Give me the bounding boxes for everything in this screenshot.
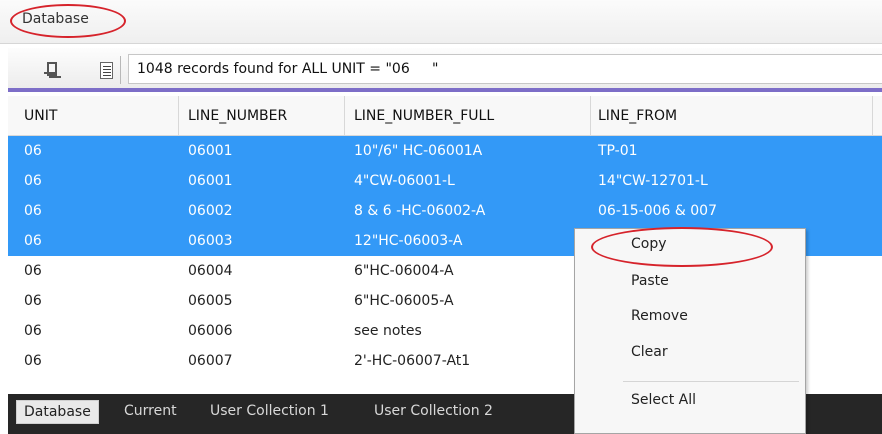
column-header-line-number-full[interactable]: LINE_NUMBER_FULL xyxy=(354,108,494,124)
toolbar: 1048 records found for ALL UNIT = "06 " xyxy=(8,48,882,92)
cell-unit: 06 xyxy=(24,203,42,219)
menu-item-remove[interactable]: Remove xyxy=(631,308,688,324)
cell-unit: 06 xyxy=(24,143,42,159)
cell-unit: 06 xyxy=(24,173,42,189)
list-icon[interactable] xyxy=(100,62,113,79)
window-titlebar: Database xyxy=(0,0,882,44)
cell-unit: 06 xyxy=(24,293,42,309)
cell-line-number: 06004 xyxy=(188,263,233,279)
cell-line-number-full: 4"CW-06001-L xyxy=(354,173,455,189)
cell-line-number-full: 2'-HC-06007-At1 xyxy=(354,353,471,369)
menu-separator xyxy=(623,381,799,382)
cell-line-number: 06005 xyxy=(188,293,233,309)
cell-line-number: 06001 xyxy=(188,173,233,189)
pin-button[interactable] xyxy=(26,56,74,86)
tab-user-collection-2[interactable]: User Collection 2 xyxy=(368,400,499,424)
cell-line-number-full: 6"HC-06005-A xyxy=(354,293,454,309)
cell-line-number-full: see notes xyxy=(354,323,422,339)
menu-item-copy[interactable]: Copy xyxy=(631,236,667,252)
cell-line-number: 06007 xyxy=(188,353,233,369)
cell-line-number-full: 10"/6" HC-06001A xyxy=(354,143,483,159)
cell-line-from: 06-15-006 & 007 xyxy=(598,203,717,219)
column-header-line-from[interactable]: LINE_FROM xyxy=(598,108,677,124)
tab-user-collection-1[interactable]: User Collection 1 xyxy=(204,400,335,424)
column-header-line-number[interactable]: LINE_NUMBER xyxy=(188,108,287,124)
title-annotation-oval xyxy=(10,4,126,38)
cell-line-number: 06003 xyxy=(188,233,233,249)
records-status-text: 1048 records found for ALL UNIT = "06 " xyxy=(137,61,439,77)
menu-item-paste[interactable]: Paste xyxy=(631,273,669,289)
cell-unit: 06 xyxy=(24,323,42,339)
cell-line-number: 06001 xyxy=(188,143,233,159)
tab-current[interactable]: Current xyxy=(118,400,183,424)
table-row[interactable]: 06 06001 4"CW-06001-L 14"CW-12701-L xyxy=(8,166,882,196)
table-row[interactable]: 06 06002 8 & 6 -HC-06002-A 06-15-006 & 0… xyxy=(8,196,882,226)
tab-database[interactable]: Database xyxy=(16,400,99,424)
cell-unit: 06 xyxy=(24,263,42,279)
column-header-unit[interactable]: UNIT xyxy=(24,108,57,124)
cell-unit: 06 xyxy=(24,233,42,249)
cell-line-number-full: 12"HC-06003-A xyxy=(354,233,463,249)
cell-line-from: 14"CW-12701-L xyxy=(598,173,708,189)
cell-line-number-full: 8 & 6 -HC-06002-A xyxy=(354,203,486,219)
cell-unit: 06 xyxy=(24,353,42,369)
grid-header: UNIT LINE_NUMBER LINE_NUMBER_FULL LINE_F… xyxy=(8,96,882,136)
toolbar-separator xyxy=(120,56,121,84)
records-filter-box: 1048 records found for ALL UNIT = "06 " xyxy=(128,54,882,84)
table-row[interactable]: 06 06001 10"/6" HC-06001A TP-01 xyxy=(8,136,882,166)
pin-icon xyxy=(44,62,57,78)
cell-line-number-full: 6"HC-06004-A xyxy=(354,263,454,279)
menu-item-select-all[interactable]: Select All xyxy=(631,392,696,408)
cell-line-number: 06006 xyxy=(188,323,233,339)
menu-item-clear[interactable]: Clear xyxy=(631,344,668,360)
context-menu: Copy Paste Remove Clear Select All xyxy=(574,227,806,434)
cell-line-number: 06002 xyxy=(188,203,233,219)
cell-line-from: TP-01 xyxy=(598,143,638,159)
copy-annotation-oval xyxy=(591,227,773,267)
